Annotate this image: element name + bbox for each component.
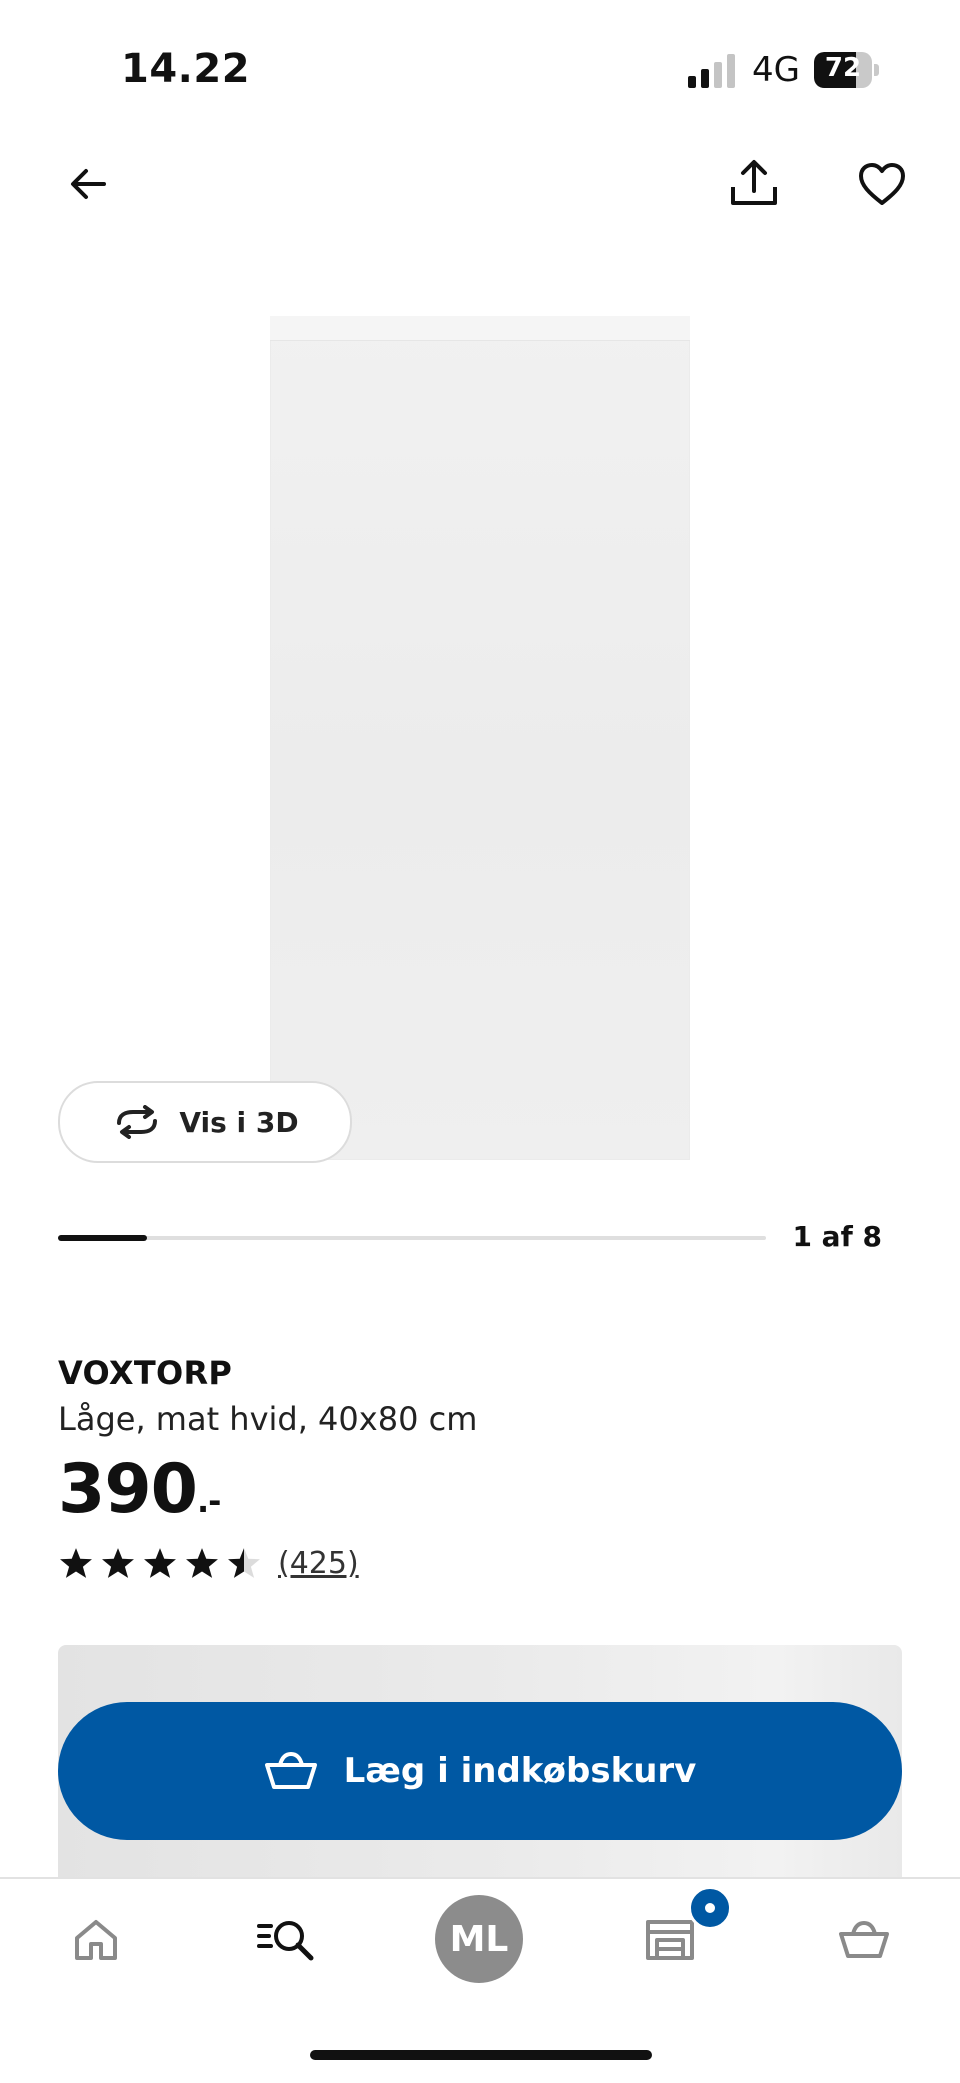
rotate-arrows-icon [117, 1105, 158, 1139]
review-count-link[interactable]: (425) [278, 1546, 359, 1581]
home-indicator [310, 2050, 652, 2060]
signal-icon [688, 54, 740, 88]
product-image[interactable] [270, 316, 690, 1160]
share-button[interactable] [714, 144, 794, 224]
battery-nub [874, 64, 879, 76]
star-icon [228, 1548, 260, 1578]
share-icon [731, 160, 777, 205]
basket-icon [264, 1751, 317, 1789]
heart-icon [859, 163, 905, 205]
home-icon [75, 1920, 117, 1960]
store-notification-badge [688, 1886, 732, 1930]
product-description: Låge, mat hvid, 40x80 cm [58, 1400, 478, 1438]
gallery-progress-fill [58, 1235, 147, 1241]
star-icon [60, 1548, 92, 1578]
arrow-left-icon [71, 169, 106, 199]
gallery-progress-bar [58, 1235, 766, 1241]
tab-home[interactable] [48, 1898, 144, 1982]
add-to-cart-label: Læg i indkøbskurv [343, 1751, 697, 1791]
status-time: 14.22 [121, 46, 251, 92]
product-name[interactable]: VOXTORP [58, 1354, 232, 1392]
product-price: 390.- [58, 1450, 221, 1541]
search-icon [257, 1921, 314, 1961]
basket-icon [839, 1920, 889, 1958]
star-icon [186, 1548, 218, 1578]
rating-stars[interactable] [58, 1546, 262, 1580]
view-in-3d-label: Vis i 3D [179, 1105, 299, 1139]
back-button[interactable] [48, 144, 128, 224]
favorite-button[interactable] [842, 144, 922, 224]
tab-cart[interactable] [816, 1898, 912, 1982]
battery-icon: 72 [814, 52, 872, 88]
price-suffix: .- [196, 1482, 221, 1520]
price-value: 390 [58, 1450, 198, 1529]
tab-profile-avatar[interactable]: ML [435, 1895, 523, 1983]
star-icon [102, 1548, 134, 1578]
store-icon [646, 1920, 694, 1960]
network-type: 4G [752, 50, 800, 90]
add-to-cart-button[interactable]: Læg i indkøbskurv [58, 1702, 902, 1840]
product-image-edge [270, 316, 690, 341]
star-icon [144, 1548, 176, 1578]
gallery-counter: 1 af 8 [792, 1220, 882, 1253]
battery-level: 72 [824, 53, 862, 83]
tab-search[interactable] [238, 1898, 334, 1982]
view-in-3d-button[interactable]: Vis i 3D [58, 1081, 352, 1163]
